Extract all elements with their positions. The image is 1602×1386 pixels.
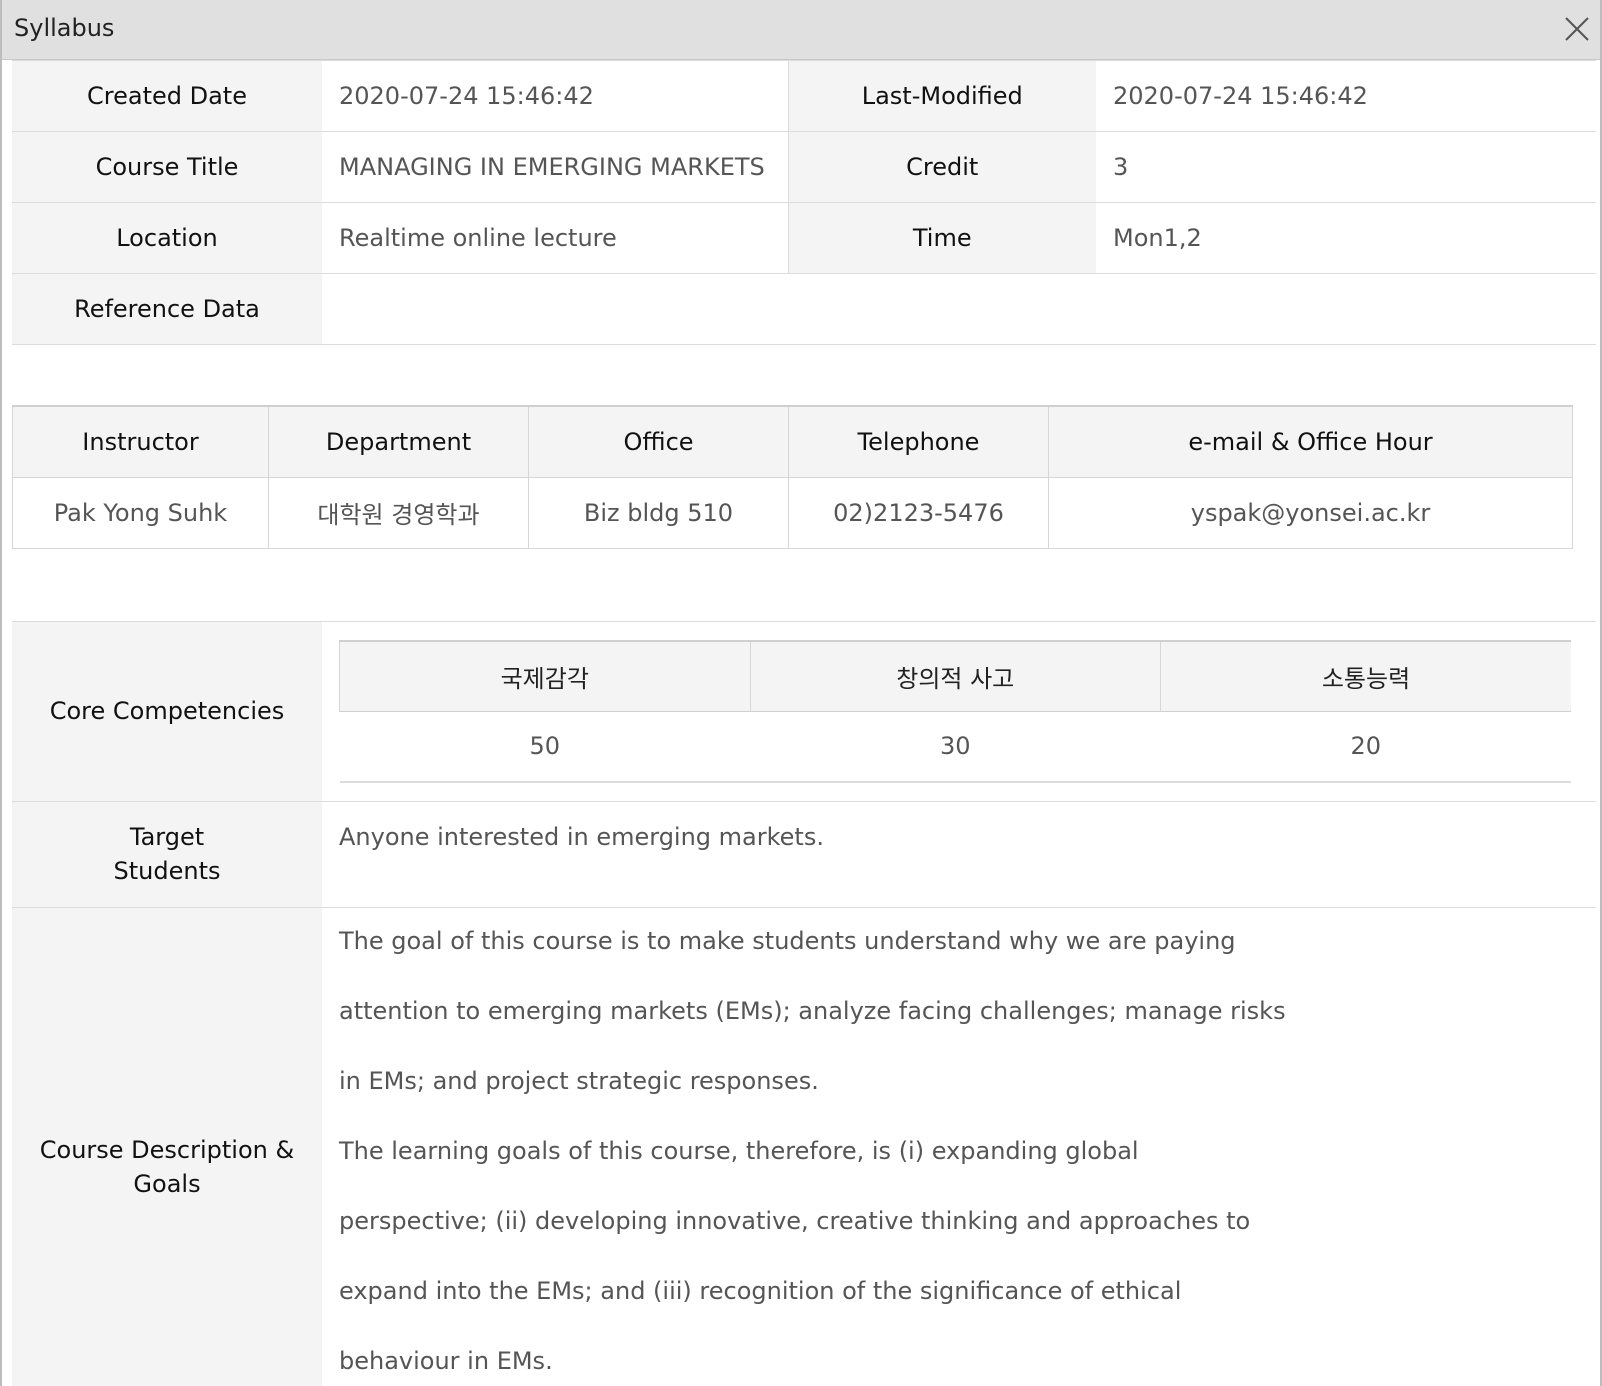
course-description-label: Course Description & Goals [12, 907, 322, 1386]
reference-data-value [322, 273, 1596, 345]
telephone-header: Telephone [788, 405, 1049, 478]
table-row: Pak Yong Suhk 대학원 경영학과 Biz bldg 510 02)2… [12, 476, 1573, 549]
target-students-label: Target Students [12, 801, 322, 908]
window-title: Syllabus [14, 14, 115, 42]
description-line: The learning goals of this course, there… [339, 1136, 1139, 1165]
table-header-row: Instructor Department Office Telephone e… [12, 405, 1573, 478]
email-value[interactable]: yspak@yonsei.ac.kr [1048, 476, 1573, 549]
department-value: 대학원 경영학과 [268, 476, 529, 549]
competency-global-value: 50 [339, 711, 750, 783]
competency-creative-value: 30 [750, 711, 1161, 783]
target-label-line1: Target [129, 823, 205, 851]
email-office-hour-header: e-mail & Office Hour [1048, 405, 1573, 478]
description-line: in EMs; and project strategic responses. [339, 1066, 819, 1095]
description-line: perspective; (ii) developing innovative,… [339, 1206, 1251, 1235]
competency-communication-value: 20 [1160, 711, 1571, 783]
course-description-value: The goal of this course is to make stude… [322, 907, 1596, 1386]
location-value: Realtime online lecture [322, 202, 788, 274]
target-students-value: Anyone interested in emerging markets. [322, 801, 1596, 908]
time-value: Mon1,2 [1096, 202, 1596, 274]
table-row: 50 30 20 [339, 711, 1571, 783]
created-date-value: 2020-07-24 15:46:42 [322, 60, 788, 132]
table-row: Course Title MANAGING IN EMERGING MARKET… [12, 131, 1596, 203]
department-header: Department [268, 405, 529, 478]
description-label-line2: Goals [133, 1170, 201, 1198]
competency-communication-header: 소통능력 [1160, 639, 1571, 712]
telephone-value: 02)2123-5476 [788, 476, 1049, 549]
last-modified-label: Last-Modified [787, 60, 1096, 132]
office-value: Biz bldg 510 [528, 476, 789, 549]
course-detail-table: Core Competencies 국제감각 창의적 사고 소통능력 50 30… [12, 620, 1596, 1386]
syllabus-window: Syllabus Created Date 2020-07-24 15:46:4… [0, 0, 1602, 1386]
core-competencies-label: Core Competencies [12, 620, 322, 802]
last-modified-value: 2020-07-24 15:46:42 [1096, 60, 1596, 132]
table-row: Core Competencies 국제감각 창의적 사고 소통능력 50 30… [12, 620, 1596, 802]
competency-global-header: 국제감각 [339, 639, 750, 712]
description-line: The goal of this course is to make stude… [339, 926, 1236, 955]
office-header: Office [528, 405, 789, 478]
table-row: Course Description & Goals The goal of t… [12, 907, 1596, 1386]
table-row: Reference Data [12, 273, 1596, 345]
description-line: behaviour in EMs. [339, 1346, 553, 1375]
credit-value: 3 [1096, 131, 1596, 203]
target-label-line2: Students [113, 857, 221, 885]
course-info-table: Created Date 2020-07-24 15:46:42 Last-Mo… [12, 60, 1596, 345]
table-header-row: 국제감각 창의적 사고 소통능력 [339, 639, 1571, 712]
description-line: expand into the EMs; and (iii) recogniti… [339, 1276, 1182, 1305]
instructor-table: Instructor Department Office Telephone e… [12, 405, 1573, 549]
course-title-label: Course Title [12, 131, 322, 203]
course-title-value: MANAGING IN EMERGING MARKETS [322, 131, 788, 203]
table-row: Location Realtime online lecture Time Mo… [12, 202, 1596, 274]
time-label: Time [787, 202, 1096, 274]
core-competencies-table: 국제감각 창의적 사고 소통능력 50 30 20 [339, 639, 1571, 783]
syllabus-content[interactable]: Created Date 2020-07-24 15:46:42 Last-Mo… [12, 60, 1596, 1386]
reference-data-label: Reference Data [12, 273, 322, 345]
table-row: Target Students Anyone interested in eme… [12, 801, 1596, 908]
instructor-name: Pak Yong Suhk [12, 476, 269, 549]
title-bar: Syllabus [2, 0, 1600, 60]
credit-label: Credit [787, 131, 1096, 203]
created-date-label: Created Date [12, 60, 322, 132]
table-row: Created Date 2020-07-24 15:46:42 Last-Mo… [12, 60, 1596, 132]
description-line: attention to emerging markets (EMs); ana… [339, 996, 1286, 1025]
instructor-header: Instructor [12, 405, 269, 478]
competency-creative-header: 창의적 사고 [749, 639, 1161, 712]
close-icon[interactable] [1560, 12, 1594, 46]
location-label: Location [12, 202, 322, 274]
description-label-line1: Course Description & [39, 1136, 295, 1164]
core-competencies-value: 국제감각 창의적 사고 소통능력 50 30 20 [322, 620, 1596, 802]
